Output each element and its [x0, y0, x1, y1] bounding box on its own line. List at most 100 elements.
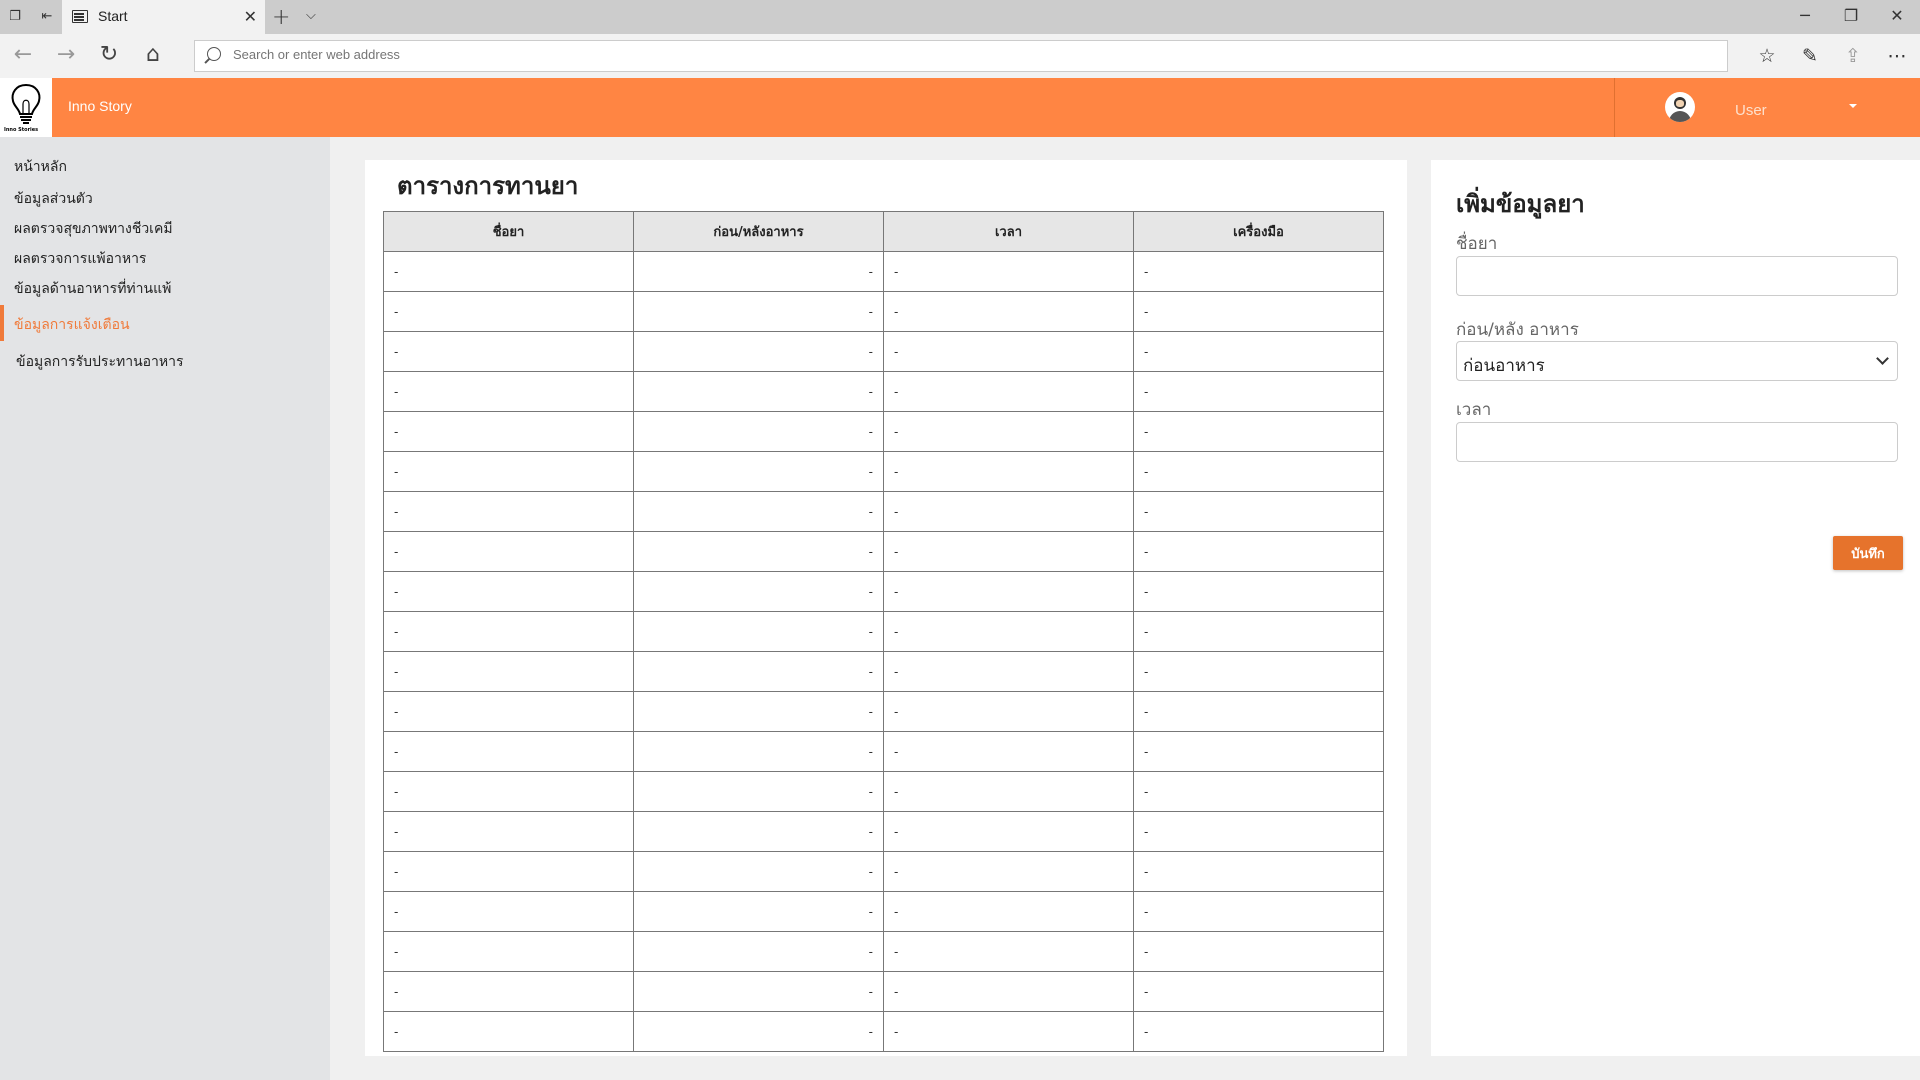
table-cell: - — [1133, 771, 1384, 812]
save-button[interactable]: บันทึก — [1833, 536, 1903, 570]
table-cell: - — [633, 891, 884, 932]
table-cell: - — [633, 691, 884, 732]
table-cell: - — [883, 531, 1134, 572]
name-label: ชื่อยา — [1456, 234, 1498, 254]
favorites-icon[interactable]: ☆ — [1754, 44, 1780, 68]
logo[interactable]: Inno Stories — [0, 78, 52, 137]
sidebar-item-biochem-results[interactable]: ผลตรวจสุขภาพทางชีวเคมี — [14, 218, 173, 240]
time-label: เวลา — [1456, 400, 1492, 420]
table-cell: - — [383, 731, 634, 772]
medication-name-field[interactable] — [1456, 256, 1898, 296]
sidebar-item-home[interactable]: หน้าหลัก — [14, 156, 67, 178]
table-row: ---- — [383, 611, 1384, 652]
more-icon[interactable]: ⋯ — [1884, 44, 1910, 68]
table-row: ---- — [383, 371, 1384, 412]
table-cell: - — [883, 691, 1134, 732]
minimize-icon[interactable]: ─ — [1790, 6, 1820, 25]
set-aside-tabs-icon[interactable]: ⇤ — [38, 8, 56, 26]
app-title[interactable]: Inno Story — [68, 98, 132, 114]
address-input[interactable] — [233, 47, 1713, 62]
column-header: ก่อน/หลังอาหาร — [633, 211, 884, 252]
sidebar-item-meal-info[interactable]: ข้อมูลการรับประทานอาหาร — [16, 351, 184, 373]
sidebar-item-food-allergy-info[interactable]: ข้อมูลด้านอาหารที่ท่านแพ้ — [14, 278, 171, 300]
table-cell: - — [383, 971, 634, 1012]
table-cell: - — [883, 331, 1134, 372]
meal-select-value: ก่อนอาหาร — [1463, 356, 1545, 376]
table-row: ---- — [383, 451, 1384, 492]
browser-tab-start[interactable]: Start ✕ — [62, 0, 265, 34]
table-cell: - — [1133, 651, 1384, 692]
table-cell: - — [1133, 811, 1384, 852]
table-cell: - — [383, 491, 634, 532]
table-row: ---- — [383, 1011, 1384, 1052]
close-tab-icon[interactable]: ✕ — [244, 7, 257, 26]
page-icon — [72, 10, 88, 23]
browser-tab-bar: ❐ ⇤ Start ✕ + ⌵ ─ ❐ ✕ — [0, 0, 1920, 34]
table-cell: - — [633, 771, 884, 812]
table-row: ---- — [383, 731, 1384, 772]
table-row: ---- — [383, 851, 1384, 892]
table-row: ---- — [383, 811, 1384, 852]
meal-select[interactable]: ก่อนอาหาร — [1456, 341, 1898, 381]
table-row: ---- — [383, 531, 1384, 572]
avatar — [1665, 92, 1695, 122]
app-header: Inno Stories Inno Story User — [0, 78, 1920, 137]
table-cell: - — [1133, 331, 1384, 372]
table-row: ---- — [383, 771, 1384, 812]
sidebar-item-personal-info[interactable]: ข้อมูลส่วนตัว — [14, 188, 93, 210]
chevron-down-icon[interactable]: ⌵ — [306, 8, 316, 23]
table-cell: - — [383, 691, 634, 732]
table-cell: - — [383, 411, 634, 452]
table-row: ---- — [383, 491, 1384, 532]
browser-address-bar: ← → ↻ ⌂ ☆ ✎ ⇪ ⋯ — [0, 34, 1920, 78]
sidebar-item-notifications[interactable]: ข้อมูลการแจ้งเตือน — [14, 314, 130, 336]
active-indicator — [0, 305, 4, 341]
table-cell: - — [883, 731, 1134, 772]
table-header-row: ชื่อยา ก่อน/หลังอาหาร เวลา เครื่องมือ — [383, 211, 1384, 252]
add-medication-card: เพิ่มข้อมูลยา ชื่อยา ก่อน/หลัง อาหาร ก่อ… — [1431, 160, 1920, 1056]
sidebar-item-allergy-results[interactable]: ผลตรวจการแพ้อาหาร — [14, 248, 146, 270]
time-field[interactable] — [1456, 422, 1898, 462]
close-window-icon[interactable]: ✕ — [1882, 6, 1912, 25]
meal-label: ก่อน/หลัง อาหาร — [1456, 320, 1579, 340]
column-header: ชื่อยา — [383, 211, 634, 252]
forward-icon[interactable]: → — [53, 43, 79, 69]
column-header: เครื่องมือ — [1133, 211, 1384, 252]
table-cell: - — [383, 531, 634, 572]
table-cell: - — [633, 651, 884, 692]
tab-title: Start — [98, 8, 128, 24]
table-cell: - — [633, 1011, 884, 1052]
table-cell: - — [383, 811, 634, 852]
table-cell: - — [1133, 971, 1384, 1012]
table-row: ---- — [383, 331, 1384, 372]
user-menu[interactable]: User — [1614, 78, 1920, 137]
table-cell: - — [883, 411, 1134, 452]
table-cell: - — [883, 931, 1134, 972]
tab-manager-icon[interactable]: ❐ — [6, 8, 24, 26]
page-title: ตารางการทานยา — [397, 172, 579, 200]
medication-table: ชื่อยา ก่อน/หลังอาหาร เวลา เครื่องมือ --… — [383, 211, 1384, 1052]
refresh-icon[interactable]: ↻ — [96, 43, 122, 69]
table-cell: - — [1133, 611, 1384, 652]
table-row: ---- — [383, 971, 1384, 1012]
home-icon[interactable]: ⌂ — [140, 43, 166, 69]
back-icon[interactable]: ← — [10, 43, 36, 69]
table-cell: - — [1133, 371, 1384, 412]
table-cell: - — [883, 891, 1134, 932]
new-tab-icon[interactable]: + — [272, 5, 290, 30]
table-cell: - — [383, 371, 634, 412]
address-field[interactable] — [194, 40, 1728, 72]
restore-icon[interactable]: ❐ — [1836, 6, 1866, 25]
caret-down-icon — [1849, 104, 1857, 108]
chevron-down-icon — [1876, 352, 1889, 365]
table-cell: - — [383, 251, 634, 292]
pen-icon[interactable]: ✎ — [1797, 44, 1823, 68]
table-cell: - — [633, 251, 884, 292]
table-row: ---- — [383, 291, 1384, 332]
table-cell: - — [383, 1011, 634, 1052]
table-cell: - — [883, 451, 1134, 492]
table-row: ---- — [383, 571, 1384, 612]
table-cell: - — [1133, 531, 1384, 572]
share-icon[interactable]: ⇪ — [1840, 44, 1866, 68]
form-title: เพิ่มข้อมูลยา — [1456, 190, 1585, 218]
